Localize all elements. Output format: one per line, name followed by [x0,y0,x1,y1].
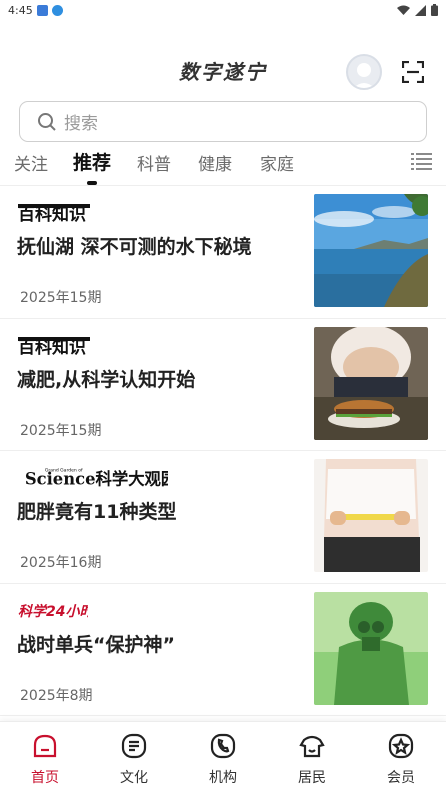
article-title: 抚仙湖 深不可测的水下秘境 [17,236,252,258]
source-logo: 科学24小时 [18,603,88,620]
nav-label: 机构 [209,770,237,786]
svg-text:百科知识: 百科知识 [18,337,86,355]
tab-recommend[interactable]: 推荐 [73,148,111,175]
wifi-icon [397,5,410,15]
nav-label: 会员 [387,770,415,786]
resident-icon [299,735,325,758]
svg-text:百科知识: 百科知识 [18,204,86,222]
svg-text:科学24小时: 科学24小时 [18,603,88,620]
status-bar: 4:45 [0,0,446,20]
culture-icon [121,733,147,759]
nav-item-member[interactable]: 会员 [371,732,431,787]
article-title: 肥胖竟有11种类型 [17,501,177,523]
nav-item-culture[interactable]: 文化 [104,732,164,787]
bottom-nav: 首页 文化 机构 居民 会员 [0,721,446,793]
list-item[interactable]: 科学24小时 战时单兵“保护神” 2025年8期 [0,584,446,716]
article-issue: 2025年15期 [20,290,102,306]
search-icon [38,112,56,131]
article-issue: 2025年8期 [20,687,93,704]
article-title: 减肥,从科学认知开始 [17,368,196,391]
list-item[interactable]: 百科知识 减肥,从科学认知开始 2025年15期 [0,319,446,451]
tab-follow[interactable]: 关注 [14,150,48,175]
article-thumbnail-burger [314,326,428,440]
source-logo: 百科知识 [18,336,90,355]
home-icon [33,734,57,758]
nav-label: 首页 [31,770,59,786]
battery-icon [431,4,438,16]
tab-family[interactable]: 家庭 [260,150,294,175]
category-tabs: 关注 推荐 科普 健康 家庭 [0,146,446,186]
scan-icon[interactable] [402,61,424,83]
active-tab-indicator [87,181,97,185]
status-time: 4:45 [8,3,33,17]
article-thumbnail-gas-mask [314,591,428,705]
menu-list-icon[interactable] [411,152,432,170]
app-header: 数字遂宁 [0,50,446,94]
tab-health[interactable]: 健康 [198,150,232,175]
nav-item-home[interactable]: 首页 [15,732,75,787]
list-item[interactable]: 百科知识 抚仙湖 深不可测的水下秘境 2025年15期 [0,186,446,319]
article-list: 百科知识 抚仙湖 深不可测的水下秘境 2025年15期 百科知识 减肥,从科学认… [0,186,446,716]
download-notification-icon [51,4,63,16]
article-issue: 2025年15期 [20,422,102,439]
article-title: 战时单兵“保护神” [17,633,175,656]
article-issue: 2025年16期 [20,555,102,571]
svg-text:Science科学大观园: Science科学大观园 [25,469,168,487]
source-logo: 百科知识 [18,204,90,222]
nav-item-resident[interactable]: 居民 [282,732,342,787]
article-thumbnail-waist [314,459,428,572]
member-icon [388,733,414,759]
search-input[interactable]: 搜索 [19,101,427,142]
source-logo: Grand Garden of Science科学大观园 [25,468,168,487]
article-thumbnail-lake [314,194,428,307]
signal-icon [415,4,426,16]
search-placeholder: 搜索 [64,114,98,134]
tab-science[interactable]: 科普 [137,150,171,175]
nav-label: 文化 [120,770,148,786]
list-item[interactable]: Grand Garden of Science科学大观园 肥胖竟有11种类型 2… [0,451,446,584]
nav-item-institution[interactable]: 机构 [193,732,253,787]
nav-label: 居民 [298,770,326,786]
institution-icon [210,733,236,759]
notification-app-icon [36,4,48,16]
avatar[interactable] [346,54,382,90]
